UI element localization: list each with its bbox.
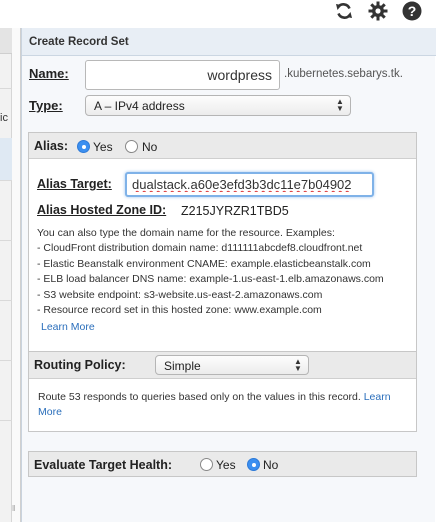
alias-header: Alias: Yes No <box>29 133 416 159</box>
routing-policy-value: Simple <box>164 359 201 373</box>
alias-help-item: - Elastic Beanstalk environment CNAME: e… <box>37 258 371 270</box>
routing-policy-label: Routing Policy: <box>34 358 126 372</box>
divider <box>0 180 12 181</box>
alias-help-intro: You can also type the domain name for th… <box>37 227 335 239</box>
alias-help-item: - Resource record set in this hosted zon… <box>37 304 322 316</box>
evaluate-no-label[interactable]: No <box>263 458 278 472</box>
evaluate-yes-radio[interactable] <box>200 458 213 471</box>
help-icon[interactable]: ? <box>401 0 423 22</box>
top-toolbar: ? <box>0 0 446 28</box>
divider <box>0 360 12 361</box>
routing-help-text: Route 53 responds to queries based only … <box>38 391 361 403</box>
select-arrows-icon: ▲ ▼ <box>294 357 302 373</box>
type-select[interactable]: A – IPv4 address ▲ ▼ <box>85 95 351 116</box>
evaluate-target-health-section: Evaluate Target Health: Yes No <box>28 451 417 477</box>
evaluate-yes-label[interactable]: Yes <box>216 458 236 472</box>
refresh-icon[interactable] <box>333 0 355 22</box>
type-label: Type: <box>29 98 63 113</box>
domain-suffix: .kubernetes.sebarys.tk. <box>284 68 403 80</box>
alias-section: Alias: Yes No Alias Target: Alias Hosted… <box>28 132 417 372</box>
alias-help-item: - ELB load balancer DNS name: example-1.… <box>37 273 384 285</box>
divider <box>0 240 12 241</box>
evaluate-no-radio[interactable] <box>247 458 260 471</box>
splitter-grip-icon[interactable]: ‖ <box>12 504 15 513</box>
select-arrows-icon: ▲ ▼ <box>336 97 344 113</box>
gear-icon[interactable] <box>367 0 389 22</box>
alias-help-item: - S3 website endpoint: s3-website.us-eas… <box>37 289 323 301</box>
alias-yes-radio[interactable] <box>77 140 90 153</box>
svg-text:?: ? <box>408 3 417 19</box>
hosted-zone-value: Z215JYRZR1TBD5 <box>181 204 289 218</box>
alias-learn-more-link[interactable]: Learn More <box>41 321 95 333</box>
alias-no-radio[interactable] <box>125 140 138 153</box>
routing-policy-header: Routing Policy: Simple ▲ ▼ <box>29 352 416 379</box>
hosted-zone-label: Alias Hosted Zone ID: <box>37 203 167 217</box>
divider <box>0 300 12 301</box>
routing-policy-select[interactable]: Simple ▲ ▼ <box>155 355 309 375</box>
evaluate-target-health-label: Evaluate Target Health: <box>34 458 173 472</box>
pane-splitter[interactable] <box>12 28 21 522</box>
record-list-fragment: ic <box>0 112 8 124</box>
name-input[interactable] <box>85 60 280 90</box>
alias-help-item: - CloudFront distribution domain name: d… <box>37 242 363 254</box>
create-record-set-panel: Create Record Set Name: .kubernetes.seba… <box>21 28 436 522</box>
type-select-value: A – IPv4 address <box>94 99 185 113</box>
alias-target-input[interactable] <box>125 172 374 197</box>
routing-policy-section: Routing Policy: Simple ▲ ▼ Route 53 respo… <box>28 351 417 432</box>
divider <box>0 88 12 89</box>
alias-yes-label[interactable]: Yes <box>93 140 113 154</box>
divider <box>0 420 12 421</box>
record-list-pane: ic <box>0 28 12 522</box>
record-list-header <box>0 28 12 54</box>
alias-label: Alias: <box>34 139 69 153</box>
routing-policy-help: Route 53 responds to queries based only … <box>38 390 410 420</box>
alias-no-label[interactable]: No <box>142 140 157 154</box>
panel-title: Create Record Set <box>22 28 436 56</box>
selected-record-row[interactable] <box>0 138 12 180</box>
alias-target-label: Alias Target: <box>37 177 112 191</box>
name-label: Name: <box>29 66 69 81</box>
